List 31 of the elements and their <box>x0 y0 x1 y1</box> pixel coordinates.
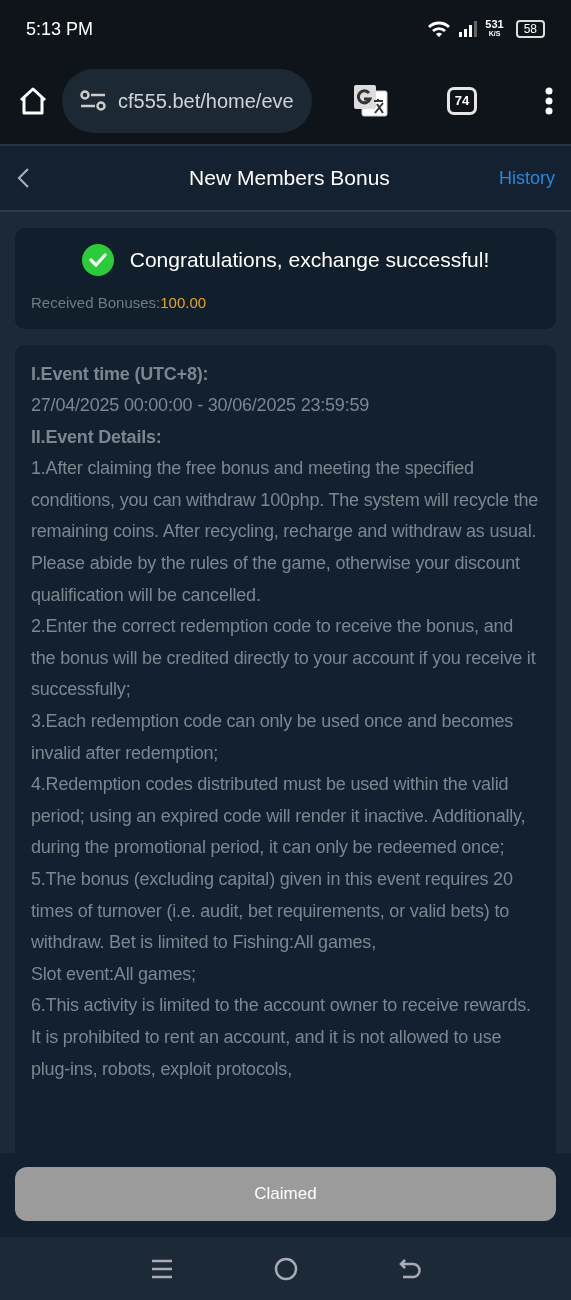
bonus-amount: 100.00 <box>160 293 207 313</box>
home-icon[interactable] <box>18 86 48 116</box>
success-check-icon <box>81 244 114 276</box>
rule-text: 4.Redemption codes distributed must be used within the valid period; using an expired code will render it inactive. Additionally, during the promotional period, it can only be redeemed once; <box>31 773 527 860</box>
page-title: New Members Bonus <box>188 165 391 192</box>
rule-text: 3.Each redemption code can only be used once and becomes invalid after redemption; <box>31 710 515 765</box>
address-bar[interactable]: cf555.bet/home/eve <box>62 69 312 133</box>
battery-indicator: 58 <box>515 20 545 38</box>
rule-text: 27/04/2025 00:00:00 - 30/06/2025 23:59:59 <box>31 394 371 418</box>
rule-text: 6.This activity is limited to the account owner to receive rewards. It is prohibited to rent an account, and it is not allowed to use plug-ins, robots, exploit protocols, <box>31 994 532 1081</box>
recents-icon[interactable] <box>150 1258 173 1279</box>
rule-text: 1.After claiming the free bonus and meeting the specified conditions, you can withdraw 100php. The system will recycle the remaining coins. After recycling, recharge and withdraw as usual. Please abide by the rules of the game, otherwise your discount qualification will be cancelled. <box>31 457 540 607</box>
translate-icon[interactable] <box>353 84 389 118</box>
site-settings-icon[interactable] <box>80 90 106 112</box>
network-speed: 531 <box>485 20 504 29</box>
tab-count[interactable]: 74 <box>447 87 477 115</box>
success-message: Congratulations, exchange successful! <box>129 247 490 274</box>
rule-text: 2.Enter the correct redemption code to receive the bonus, and the bonus will be credited directly to your account if you receive it successfully; <box>31 615 537 702</box>
history-link[interactable]: History <box>499 164 555 192</box>
signal-icon <box>459 21 478 37</box>
rule-text: 5.The bonus (excluding capital) given in this event requires 20 times of turnover (i.e. audit, bet requirements, or valid bets) to withdraw. Bet is limited to Fishing:All games, <box>31 868 514 955</box>
back-button-icon[interactable] <box>398 1258 421 1279</box>
clock: 5:13 PM <box>26 17 94 41</box>
home-button-icon[interactable] <box>273 1256 298 1281</box>
rule-text: Slot event:All games; <box>31 962 197 986</box>
section-heading: I.Event time (UTC+8): <box>31 362 210 386</box>
bonus-label: Received Bonuses: <box>31 293 161 313</box>
menu-icon[interactable] <box>545 87 553 115</box>
wifi-icon <box>427 20 452 38</box>
section-heading: II.Event Details: <box>31 425 163 449</box>
back-icon[interactable] <box>16 167 30 189</box>
